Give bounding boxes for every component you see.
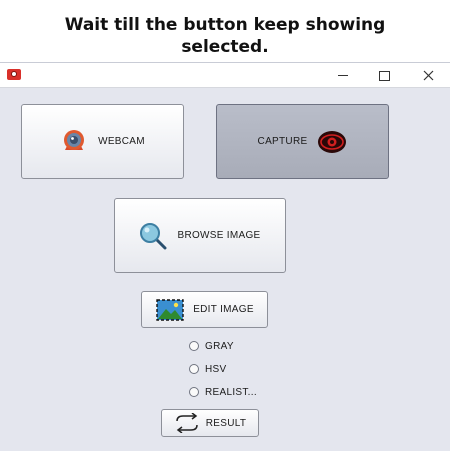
webcam-icon [64,129,85,150]
image-edit-icon [156,298,184,321]
radio-button[interactable] [189,387,199,397]
edit-image-button-label: EDIT IMAGE [193,304,254,315]
camera-icon [7,69,21,80]
edit-image-button[interactable]: EDIT IMAGE [141,291,268,328]
radio-realistic[interactable]: REALIST... [189,384,257,400]
close-icon [423,70,433,81]
radio-gray[interactable]: GRAY [189,338,234,354]
browse-image-button[interactable]: BROWSE IMAGE [114,198,286,273]
result-button[interactable]: RESULT [161,409,259,437]
maximize-icon [378,71,390,81]
magnifier-icon [140,222,167,249]
radio-button[interactable] [189,364,199,374]
browse-image-button-label: BROWSE IMAGE [177,230,261,241]
webcam-button-label: WEBCAM [98,136,145,147]
caption-line-2: selected. [181,37,269,57]
minimize-button[interactable] [333,66,353,84]
instruction-caption: Wait till the button keep showing select… [0,14,450,58]
radio-hsv[interactable]: HSV [189,361,226,377]
radio-realistic-label: REALIST... [205,386,257,398]
webcam-button[interactable]: WEBCAM [21,104,184,179]
capture-button-label: CAPTURE [257,136,308,147]
result-button-label: RESULT [205,417,247,429]
maximize-button[interactable] [374,66,394,84]
eye-icon [318,130,347,153]
caption-line-1: Wait till the button keep showing [64,15,386,35]
radio-hsv-label: HSV [205,363,227,375]
radio-gray-label: GRAY [205,340,234,352]
title-bar [0,63,450,88]
capture-button[interactable]: CAPTURE [216,104,389,179]
refresh-icon [175,413,198,433]
radio-button[interactable] [189,341,199,351]
close-button[interactable] [418,66,438,84]
minimize-icon [338,75,348,76]
